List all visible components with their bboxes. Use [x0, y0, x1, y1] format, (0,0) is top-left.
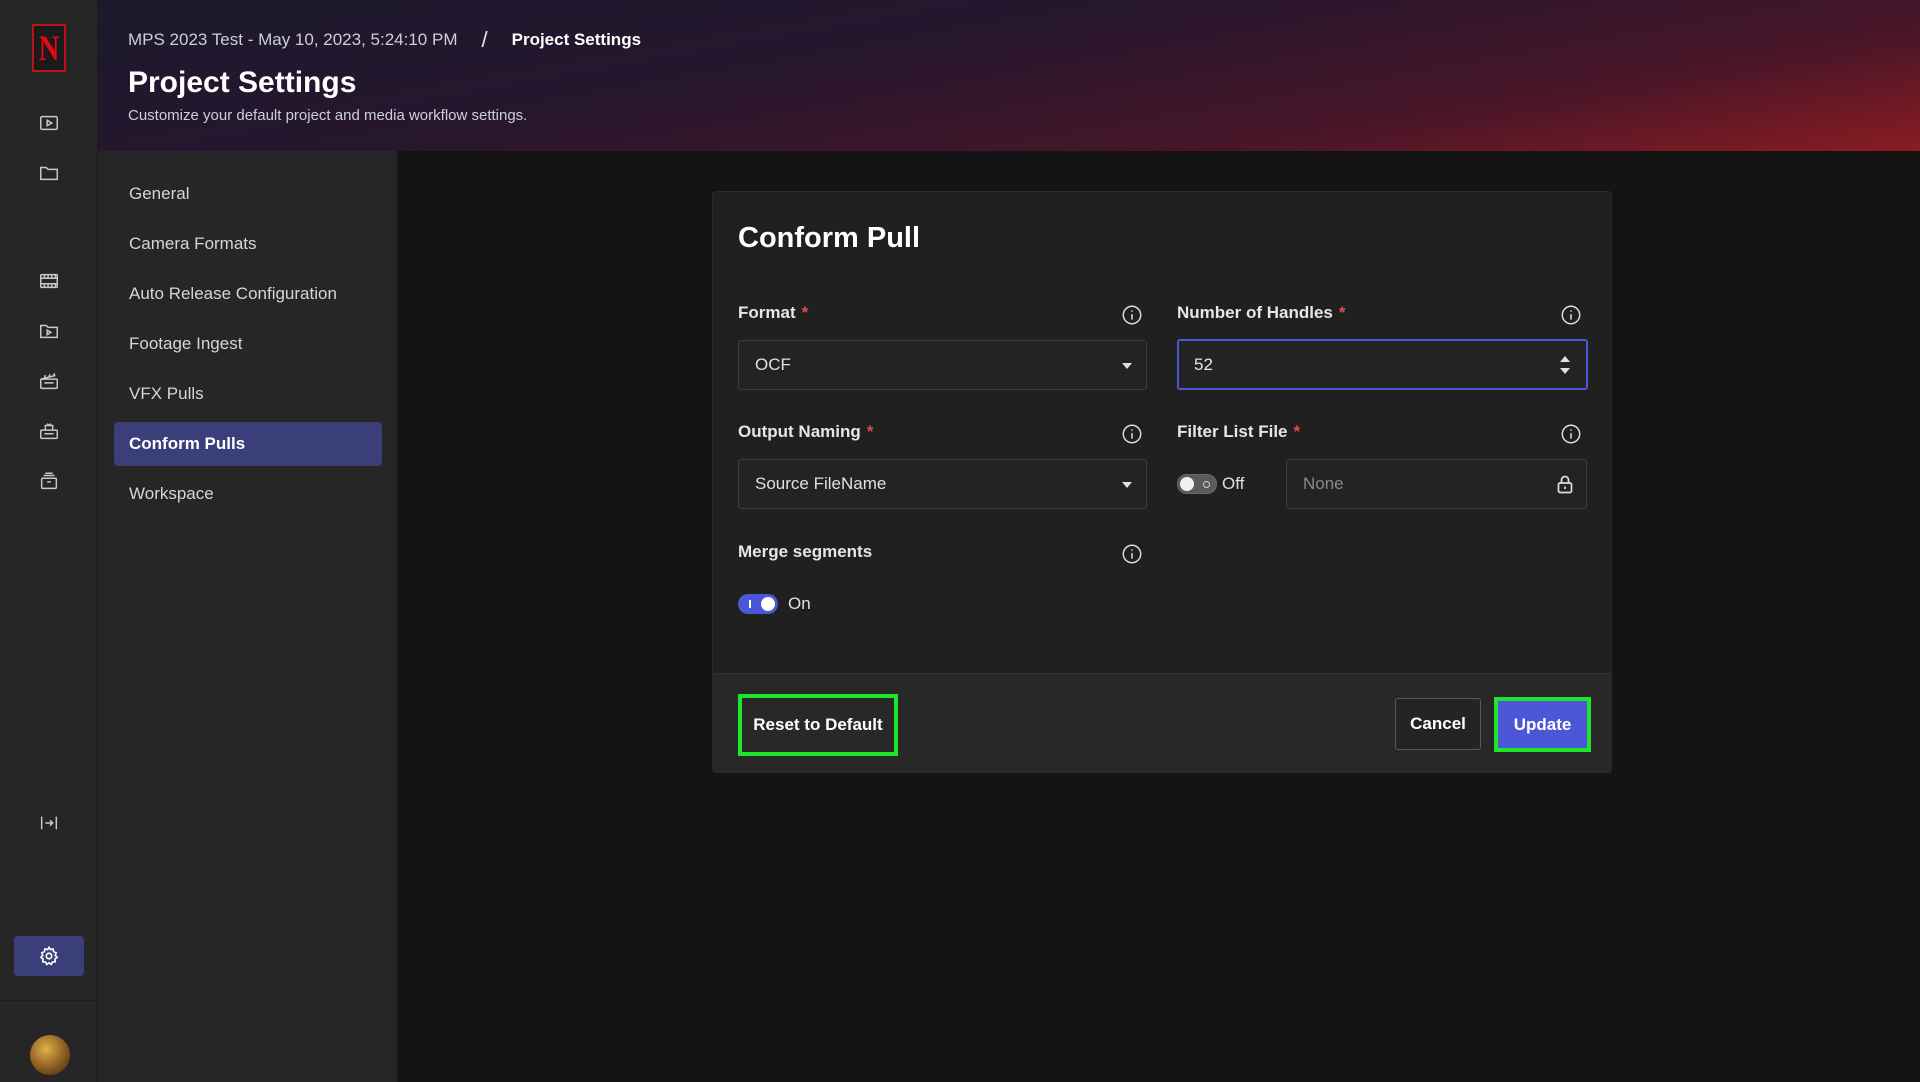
filter-list-label: Filter List File * [1177, 422, 1300, 442]
update-button-highlight: Update [1494, 697, 1591, 752]
info-icon[interactable] [1560, 423, 1582, 445]
play-folder-icon[interactable] [34, 316, 64, 346]
filter-list-placeholder: None [1303, 474, 1344, 493]
user-area [0, 1000, 98, 1082]
info-icon[interactable] [1121, 543, 1143, 565]
update-button[interactable]: Update [1498, 701, 1587, 748]
page-subtitle: Customize your default project and media… [128, 107, 528, 124]
filter-list-toggle-label: Off [1222, 474, 1245, 493]
output-naming-label: Output Naming * [738, 422, 873, 442]
nav-item-workspace[interactable]: Workspace [114, 472, 382, 516]
netflix-logo[interactable]: N [32, 24, 66, 72]
card-footer: Reset to Default Cancel Update [713, 673, 1611, 773]
play-box-icon[interactable] [34, 108, 64, 138]
clapper-board-icon[interactable] [34, 366, 64, 396]
breadcrumb: MPS 2023 Test - May 10, 2023, 5:24:10 PM… [128, 27, 641, 53]
format-value: OCF [755, 355, 791, 374]
toggle-knob [761, 597, 775, 611]
handles-value: 52 [1194, 354, 1213, 374]
filter-list-label-text: Filter List File [1177, 422, 1288, 441]
filter-list-file-input: None [1286, 459, 1587, 509]
merge-segments-toggle[interactable] [738, 594, 778, 614]
page-header: MPS 2023 Test - May 10, 2023, 5:24:10 PM… [98, 0, 1920, 151]
nav-item-general[interactable]: General [114, 172, 382, 216]
film-strip-icon[interactable] [34, 266, 64, 296]
info-icon[interactable] [1121, 304, 1143, 326]
nav-item-footage-ingest[interactable]: Footage Ingest [114, 322, 382, 366]
caret-down-icon [1122, 363, 1132, 369]
breadcrumb-current: Project Settings [511, 30, 642, 49]
nav-item-conform-pulls[interactable]: Conform Pulls [114, 422, 382, 466]
format-label-text: Format [738, 303, 796, 322]
breadcrumb-project[interactable]: MPS 2023 Test - May 10, 2023, 5:24:10 PM [128, 30, 457, 50]
info-icon[interactable] [1121, 423, 1143, 445]
number-stepper[interactable] [1560, 356, 1570, 374]
settings-nav: General Camera Formats Auto Release Conf… [98, 151, 398, 1082]
camera-clapper-icon[interactable] [34, 416, 64, 446]
merge-segments-toggle-label: On [788, 594, 811, 613]
output-naming-value: Source FileName [755, 474, 887, 493]
cancel-button[interactable]: Cancel [1395, 698, 1481, 750]
collapse-expand-icon[interactable] [34, 808, 64, 838]
gear-icon [39, 945, 59, 966]
archive-box-icon[interactable] [34, 466, 64, 496]
toggle-knob [1180, 477, 1194, 491]
format-select[interactable]: OCF [738, 340, 1147, 390]
logo-letter: N [38, 28, 60, 68]
handles-number-input[interactable]: 52 [1177, 339, 1588, 390]
merge-segments-label: Merge segments [738, 542, 873, 561]
stepper-down-icon[interactable] [1560, 368, 1570, 374]
page-title: Project Settings [128, 66, 357, 99]
app-rail: N [0, 0, 98, 1082]
handles-label: Number of Handles * [1177, 303, 1345, 323]
caret-down-icon [1122, 482, 1132, 488]
nav-item-camera-formats[interactable]: Camera Formats [114, 222, 382, 266]
output-naming-select[interactable]: Source FileName [738, 459, 1147, 509]
filter-list-toggle[interactable] [1177, 474, 1217, 494]
required-mark: * [801, 303, 809, 322]
avatar[interactable] [30, 1035, 70, 1075]
reset-to-default-button[interactable]: Reset to Default [738, 694, 898, 756]
format-label: Format * [738, 303, 808, 323]
handles-label-text: Number of Handles [1177, 303, 1333, 322]
required-mark: * [866, 422, 874, 441]
toggle-off-mark [1203, 481, 1210, 488]
output-naming-label-text: Output Naming [738, 422, 861, 441]
toggle-on-mark [749, 600, 751, 608]
info-icon[interactable] [1560, 304, 1582, 326]
nav-item-vfx-pulls[interactable]: VFX Pulls [114, 372, 382, 416]
nav-item-auto-release-configuration[interactable]: Auto Release Configuration [114, 272, 382, 316]
folder-icon[interactable] [34, 158, 64, 188]
breadcrumb-separator: / [481, 27, 488, 52]
lock-icon [1556, 474, 1574, 494]
stepper-up-icon[interactable] [1560, 356, 1570, 362]
settings-rail-button[interactable] [14, 936, 84, 976]
conform-pull-card: Conform Pull Format * OCF Number of Handl… [712, 191, 1612, 773]
required-mark: * [1338, 303, 1346, 322]
card-title: Conform Pull [738, 222, 921, 254]
required-mark: * [1293, 422, 1301, 441]
